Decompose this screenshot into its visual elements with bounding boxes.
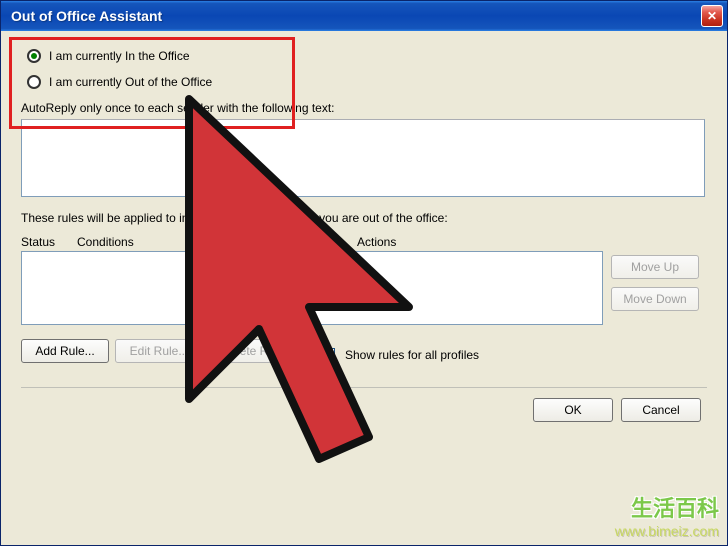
radio-out-office-label: I am currently Out of the Office bbox=[49, 75, 212, 89]
title-bar: Out of Office Assistant ✕ bbox=[1, 1, 727, 31]
column-actions: Actions bbox=[357, 235, 603, 249]
window-title: Out of Office Assistant bbox=[11, 8, 162, 24]
column-conditions: Conditions bbox=[77, 235, 357, 249]
edit-rule-button[interactable]: Edit Rule... bbox=[115, 339, 203, 363]
radio-icon bbox=[27, 49, 41, 63]
dialog-window: Out of Office Assistant ✕ I am currently… bbox=[0, 0, 728, 546]
close-icon: ✕ bbox=[707, 9, 717, 23]
move-up-button[interactable]: Move Up bbox=[611, 255, 699, 279]
radio-icon bbox=[27, 75, 41, 89]
cancel-button[interactable]: Cancel bbox=[621, 398, 701, 422]
close-button[interactable]: ✕ bbox=[701, 5, 723, 27]
show-rules-checkbox[interactable]: ✔ bbox=[321, 348, 335, 362]
add-rule-button[interactable]: Add Rule... bbox=[21, 339, 109, 363]
rules-list-headers: Status Conditions Actions bbox=[21, 235, 603, 249]
dialog-content: I am currently In the Office I am curren… bbox=[1, 31, 727, 442]
radio-in-office[interactable]: I am currently In the Office bbox=[27, 49, 707, 63]
radio-in-office-label: I am currently In the Office bbox=[49, 49, 190, 63]
watermark-text-2: www.bimeiz.com bbox=[615, 523, 719, 539]
autoreply-textarea[interactable] bbox=[21, 119, 705, 197]
autoreply-label: AutoReply only once to each sender with … bbox=[21, 101, 707, 115]
column-status: Status bbox=[21, 235, 77, 249]
move-down-button[interactable]: Move Down bbox=[611, 287, 699, 311]
rules-label: These rules will be applied to incoming … bbox=[21, 211, 707, 225]
watermark: 生活百科 www.bimeiz.com bbox=[615, 491, 719, 539]
checkmark-icon: ✔ bbox=[323, 349, 333, 361]
radio-out-office[interactable]: I am currently Out of the Office bbox=[27, 75, 707, 89]
show-rules-label: Show rules for all profiles bbox=[345, 348, 479, 362]
watermark-text-1: 生活百科 bbox=[615, 491, 719, 523]
rules-listbox[interactable] bbox=[21, 251, 603, 325]
divider bbox=[21, 387, 707, 388]
ok-button[interactable]: OK bbox=[533, 398, 613, 422]
delete-rule-button[interactable]: Delete Rule bbox=[209, 339, 297, 363]
